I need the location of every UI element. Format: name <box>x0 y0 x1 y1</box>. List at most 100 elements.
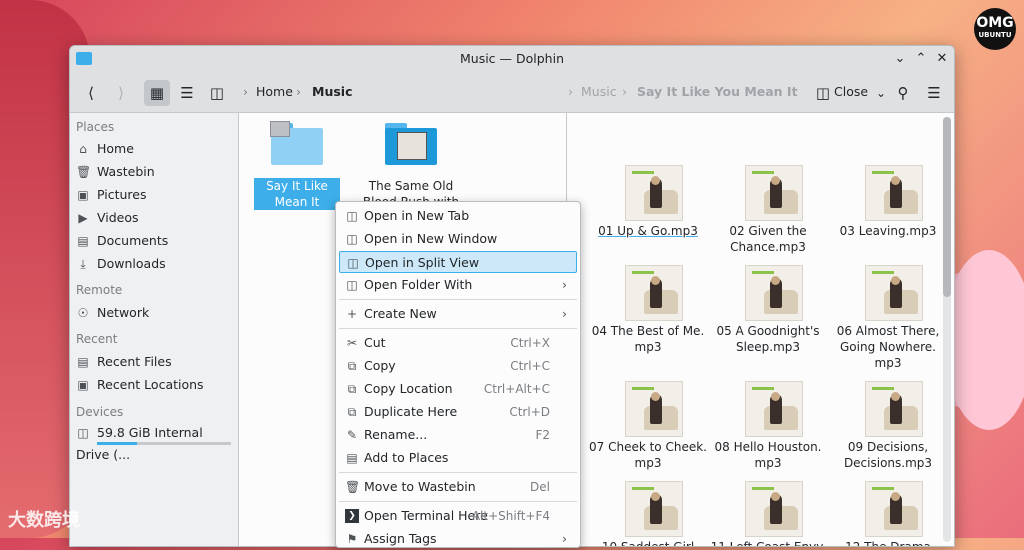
menu-item-cut[interactable]: ✂ Cut Ctrl+X <box>339 332 577 354</box>
drive-usage-fill <box>97 442 137 445</box>
minimize-button[interactable]: ⌄ <box>891 50 909 68</box>
album-art-thumbnail <box>865 481 923 537</box>
selection-checkbox-icon[interactable] <box>270 121 290 137</box>
back-icon[interactable]: ⟨ <box>78 80 104 106</box>
maximize-button[interactable]: ⌃ <box>912 50 930 68</box>
sidebar-item-downloads[interactable]: ⤓ Downloads <box>76 253 232 275</box>
pictures-icon: ▣ <box>77 188 89 202</box>
sidebar-item-label: Wastebin <box>97 164 155 179</box>
close-split-button[interactable]: Close <box>834 84 868 99</box>
split-view-icon[interactable]: ◫ <box>204 80 230 106</box>
menu-item-open-terminal-here[interactable]: ❯ Open Terminal Here Alt+Shift+F4 <box>339 505 577 527</box>
remote-header: Remote <box>76 283 123 297</box>
file-name-line2: mp3 <box>754 456 782 470</box>
drive-icon: ◫ <box>77 426 89 440</box>
file-name-line2: Going Nowhere. <box>840 340 936 354</box>
breadcrumb-home[interactable]: Home <box>256 84 293 99</box>
file-name-line1: 11 Left Coast Envy. <box>710 540 826 547</box>
menu-label: Open in New Tab <box>364 208 470 223</box>
sidebar-item-videos[interactable]: ▶ Videos <box>76 207 232 229</box>
network-icon: ☉ <box>77 306 89 320</box>
menu-item-open-folder-with[interactable]: ◫ Open Folder With › <box>339 274 577 296</box>
album-folder-icon <box>385 123 437 165</box>
file-name-line2: Decisions.mp3 <box>843 456 933 470</box>
album-art-thumbnail <box>745 481 803 537</box>
open-with-icon: ◫ <box>346 278 358 292</box>
search-icon[interactable]: ⚲ <box>890 80 916 106</box>
titlebar: Music — Dolphin ⌄ ⌃ ✕ <box>70 46 954 72</box>
menu-item-assign-tags[interactable]: ⚑ Assign Tags › <box>339 528 577 550</box>
menu-label: Open in New Window <box>364 231 498 246</box>
hamburger-menu-icon[interactable]: ☰ <box>921 80 947 106</box>
copy-location-icon: ⧉ <box>347 382 357 396</box>
forward-icon[interactable]: ⟩ <box>108 80 134 106</box>
menu-item-rename[interactable]: ✎ Rename... F2 <box>339 424 577 446</box>
sidebar-item-home[interactable]: ⌂ Home <box>76 138 232 160</box>
album-art-thumbnail <box>865 265 923 321</box>
sidebar-item-network[interactable]: ☉ Network <box>76 302 232 324</box>
breadcrumb-right-folder[interactable]: Say It Like You Mean It <box>637 84 798 99</box>
sidebar-item-internal-drive[interactable]: ◫ 59.8 GiB Internal Drive (... <box>76 422 232 462</box>
sidebar-item-pictures[interactable]: ▣ Pictures <box>76 184 232 206</box>
scrollbar-thumb[interactable] <box>943 117 951 297</box>
menu-item-add-to-places[interactable]: ▤ Add to Places <box>339 447 577 469</box>
menu-label: Cut <box>364 335 386 350</box>
menu-item-duplicate-here[interactable]: ⧉ Duplicate Here Ctrl+D <box>339 401 577 423</box>
file-name-line2: mp3 <box>634 340 662 354</box>
breadcrumb-music[interactable]: Music <box>312 84 352 99</box>
wastebin-icon: 🗑 <box>76 165 92 179</box>
context-menu: ◫ Open in New Tab ◫ Open in New Window ◫ Op… <box>335 201 581 548</box>
close-window-button[interactable]: ✕ <box>933 50 951 68</box>
omg-ubuntu-logo: OMG UBUNTU <box>974 8 1016 50</box>
close-split-icon[interactable]: ◫ <box>810 80 836 106</box>
menu-shortcut: Ctrl+C <box>510 359 550 373</box>
sidebar-item-label: Pictures <box>97 187 147 202</box>
file-name-line1: 01 Up & Go.mp3 <box>598 224 698 238</box>
chevron-right-icon: › <box>562 306 567 321</box>
breadcrumb-separator: › <box>568 84 573 99</box>
downloads-icon: ⤓ <box>80 257 86 271</box>
menu-shortcut: Ctrl+X <box>510 336 550 350</box>
sidebar-item-documents[interactable]: ▤ Documents <box>76 230 232 252</box>
menu-item-move-to-wastebin[interactable]: 🗑 Move to Wastebin Del <box>339 476 577 498</box>
sidebar-item-label: Recent Files <box>97 354 172 369</box>
plus-icon: + <box>346 307 358 321</box>
album-art-thumbnail <box>625 165 683 221</box>
sidebar-item-recent-files[interactable]: ▤ Recent Files <box>76 351 232 373</box>
menu-item-create-new[interactable]: + Create New › <box>339 303 577 325</box>
menu-label: Create New <box>364 306 437 321</box>
videos-icon: ▶ <box>78 211 88 225</box>
watermark: 大数跨境 <box>8 510 80 531</box>
menu-item-open-new-window[interactable]: ◫ Open in New Window <box>339 228 577 250</box>
menu-separator <box>339 299 577 300</box>
sidebar-item-wastebin[interactable]: 🗑 Wastebin <box>76 161 232 183</box>
sidebar-item-recent-locations[interactable]: ▣ Recent Locations <box>76 374 232 396</box>
menu-label: Assign Tags <box>364 531 437 546</box>
menu-label: Add to Places <box>364 450 449 465</box>
home-icon: ⌂ <box>79 142 87 156</box>
logo-text-top: OMG <box>976 15 1014 31</box>
album-art-thumbnail <box>745 381 803 437</box>
split-view-icon: ◫ <box>347 256 359 270</box>
drive-usage-bar <box>97 442 231 445</box>
places-sidebar: Places ⌂ Home 🗑 Wastebin ▣ Pictures ▶ Videos… <box>70 113 239 546</box>
breadcrumb-separator: › <box>296 84 301 99</box>
documents-icon: ▤ <box>77 234 89 248</box>
icons-view-icon[interactable]: ▦ <box>144 80 170 106</box>
menu-item-open-split-view[interactable]: ◫ Open in Split View <box>339 251 577 273</box>
sidebar-item-label: Network <box>97 305 150 320</box>
menu-item-open-new-tab[interactable]: ◫ Open in New Tab <box>339 205 577 227</box>
menu-separator <box>339 328 577 329</box>
breadcrumb-right-music[interactable]: Music <box>581 84 617 99</box>
file-name-line1: 12 The Drama <box>845 540 931 547</box>
file-name-line1: 08 Hello Houston. <box>714 440 822 454</box>
file-name-line1: 03 Leaving.mp3 <box>839 224 937 238</box>
right-file-pane: 01 Up & Go.mp3 02 Given the Chance.mp3 03 L… <box>566 113 954 547</box>
file-name-line1: 10 Saddest Girl <box>601 540 695 547</box>
file-name-line1: 04 The Best of Me. <box>591 324 705 338</box>
details-view-icon[interactable]: ☰ <box>174 80 200 106</box>
menu-item-copy[interactable]: ⧉ Copy Ctrl+C <box>339 355 577 377</box>
wastebin-icon: 🗑 <box>345 480 361 494</box>
menu-item-copy-location[interactable]: ⧉ Copy Location Ctrl+Alt+C <box>339 378 577 400</box>
menu-separator <box>339 501 577 502</box>
